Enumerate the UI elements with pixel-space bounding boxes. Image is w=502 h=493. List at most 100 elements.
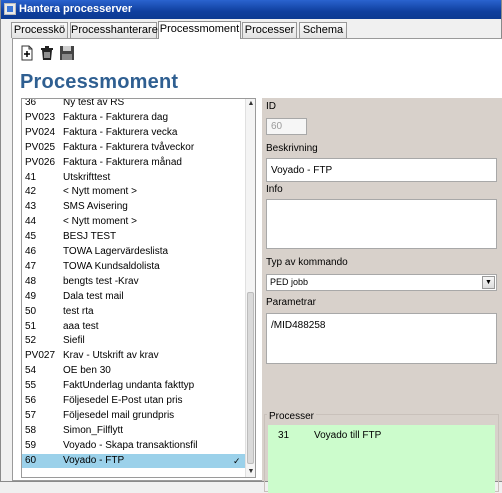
parameters-label: Parametrar	[266, 297, 317, 308]
title-bar: Hantera processerver	[1, 0, 501, 19]
list-item[interactable]: 48 bengts test -Krav	[22, 275, 245, 289]
command-type-select[interactable]: PED jobb ▼	[266, 274, 497, 291]
list-item[interactable]: 42 < Nytt moment >	[22, 185, 245, 199]
moment-name: Faktura - Fakturera dag	[63, 111, 169, 123]
trash-icon	[41, 46, 53, 60]
detail-panel: ID 60 Beskrivning Voyado - FTP Info Typ …	[262, 98, 502, 493]
moment-name: Faktura - Fakturera tvåveckor	[63, 141, 195, 153]
moment-id: 45	[25, 231, 37, 243]
moment-id: 52	[25, 335, 37, 347]
list-item[interactable]: 51 aaa test	[22, 320, 245, 334]
scroll-down-icon[interactable]: ▼	[246, 467, 255, 477]
tab-processko[interactable]: Processkö	[11, 22, 68, 38]
tab-content: Processmoment 60 Voyado - FTP ✓ 59 Voyado - …	[12, 38, 502, 493]
moment-name: Faktura - Fakturera vecka	[63, 126, 178, 138]
moment-name: FaktUnderlag undanta fakttyp	[63, 380, 195, 392]
moment-name: < Nytt moment >	[63, 186, 137, 198]
processes-list[interactable]: 31 Voyado till FTP	[268, 425, 495, 493]
window: Hantera processerver Processkö Processha…	[0, 0, 502, 493]
list-item[interactable]: 60 Voyado - FTP ✓	[22, 453, 245, 468]
moment-list[interactable]: 60 Voyado - FTP ✓ 59 Voyado - Skapa transakt…	[21, 98, 256, 478]
list-item[interactable]: 45 BESJ TEST	[22, 230, 245, 244]
moment-name: < Nytt moment >	[63, 216, 137, 228]
moment-name: TOWA Kundsaldolista	[63, 260, 160, 272]
description-field[interactable]: Voyado - FTP	[266, 158, 497, 182]
moment-name: Utskrifttest	[63, 171, 111, 183]
moment-name: Voyado - FTP	[63, 454, 125, 466]
list-item[interactable]: PV026 Faktura - Fakturera månad	[22, 156, 245, 170]
moment-id: 50	[25, 305, 37, 317]
list-item[interactable]: 54 OE ben 30	[22, 364, 245, 378]
moment-name: Simon_Filflytt	[63, 424, 124, 436]
list-item[interactable]: 52 Siefil	[22, 334, 245, 348]
moment-id: 59	[25, 439, 37, 451]
moment-name: TOWA Lagervärdeslista	[63, 246, 169, 257]
list-item[interactable]: 59 Voyado - Skapa transaktionsfil	[22, 439, 245, 453]
list-item[interactable]: 36 Ny test av RS	[22, 98, 245, 110]
new-button[interactable]	[19, 45, 35, 61]
moment-name: Följesedel E-Post utan pris	[63, 395, 183, 406]
scroll-thumb[interactable]	[247, 292, 254, 464]
moment-id: PV024	[25, 126, 56, 138]
list-item[interactable]: 41 Utskrifttest	[22, 171, 245, 185]
info-field[interactable]	[266, 199, 497, 249]
save-button[interactable]	[59, 45, 75, 61]
tab-schema[interactable]: Schema	[299, 22, 347, 38]
command-type-value: PED jobb	[270, 277, 309, 287]
check-icon: ✓	[233, 455, 241, 466]
moment-id: 49	[25, 290, 37, 302]
list-item[interactable]: 44 < Nytt moment >	[22, 215, 245, 229]
list-item[interactable]: 57 Följesedel mail grundpris	[22, 409, 245, 423]
moment-name: Siefil	[63, 335, 85, 347]
processes-label: Processer	[267, 411, 317, 422]
moment-name: aaa test	[63, 320, 99, 332]
tab-processer[interactable]: Processer	[242, 22, 297, 38]
list-item[interactable]: PV027 Krav - Utskrift av krav	[22, 349, 245, 363]
list-item[interactable]: PV025 Faktura - Fakturera tvåveckor	[22, 141, 245, 155]
new-icon	[21, 45, 33, 61]
page-title: Processmoment	[20, 71, 179, 93]
app-icon	[4, 3, 16, 15]
id-label: ID	[266, 101, 276, 112]
chevron-down-icon[interactable]: ▼	[482, 276, 495, 289]
moment-name: OE ben 30	[63, 365, 111, 377]
processes-group: Processer 31 Voyado till FTP	[264, 411, 499, 493]
delete-button[interactable]	[39, 45, 55, 61]
moment-id: 51	[25, 320, 37, 332]
list-item[interactable]: 58 Simon_Filflytt	[22, 424, 245, 438]
moment-id: PV025	[25, 141, 56, 153]
moment-id: 60	[25, 454, 37, 466]
moment-name: Följesedel mail grundpris	[63, 409, 175, 421]
moment-id: 36	[25, 98, 37, 108]
list-item[interactable]: 56 Följesedel E-Post utan pris	[22, 394, 245, 408]
list-scrollbar[interactable]: ▲ ▼	[245, 99, 255, 477]
process-name: Voyado till FTP	[314, 430, 382, 441]
tab-processmoment[interactable]: Processmoment	[158, 21, 241, 39]
moment-name: Faktura - Fakturera månad	[63, 156, 182, 168]
list-item[interactable]: 43 SMS Avisering	[22, 200, 245, 214]
moment-id: PV027	[25, 350, 56, 362]
list-item[interactable]: 47 TOWA Kundsaldolista	[22, 260, 245, 274]
moment-id: 42	[25, 186, 37, 198]
list-item[interactable]: PV023 Faktura - Fakturera dag	[22, 111, 245, 125]
moment-name: bengts test -Krav	[63, 275, 139, 287]
tab-processhanterare[interactable]: Processhanterare	[70, 22, 158, 38]
moment-id: 47	[25, 260, 37, 272]
moment-name: BESJ TEST	[63, 231, 117, 243]
parameters-field[interactable]: /MID488258	[266, 313, 497, 364]
list-item[interactable]: 55 FaktUnderlag undanta fakttyp	[22, 379, 245, 393]
moment-id: 44	[25, 216, 37, 228]
list-item[interactable]: PV024 Faktura - Fakturera vecka	[22, 126, 245, 140]
moment-id: PV023	[25, 111, 56, 123]
command-type-label: Typ av kommando	[266, 257, 348, 268]
scroll-up-icon[interactable]: ▲	[246, 99, 255, 109]
moment-id: PV026	[25, 156, 56, 168]
list-item[interactable]: 49 Dala test mail	[22, 290, 245, 304]
description-label: Beskrivning	[266, 143, 318, 154]
list-item[interactable]: 46 TOWA Lagervärdeslista	[22, 245, 245, 259]
moment-name: Ny test av RS	[63, 98, 125, 108]
list-item[interactable]: 50 test rta	[22, 305, 245, 319]
floppy-icon	[60, 46, 74, 60]
moment-id: 54	[25, 365, 37, 377]
id-field[interactable]: 60	[266, 118, 307, 135]
